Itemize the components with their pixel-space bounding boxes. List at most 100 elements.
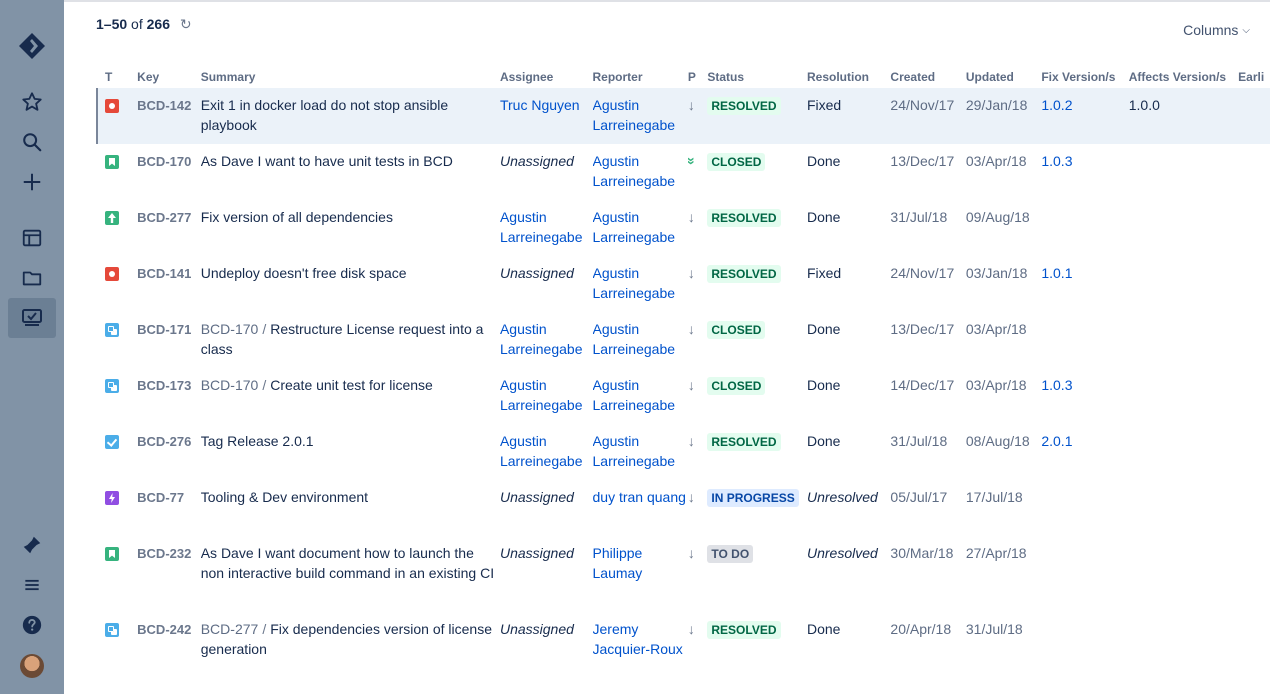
fix-version-link[interactable]: 1.0.2	[1041, 97, 1072, 113]
table-row[interactable]: BCD-142 Exit 1 in docker load do not stop…	[96, 88, 1270, 144]
assignee-link[interactable]: Agustin Larreinegabe	[500, 209, 583, 245]
search-icon[interactable]	[16, 126, 48, 158]
status-badge: CLOSED	[707, 153, 766, 171]
reporter-link[interactable]: Jeremy Jacquier-Roux	[593, 621, 683, 657]
header-affects-versions[interactable]: Affects Version/s	[1129, 68, 1238, 88]
summary-cell: As Dave I want to have unit tests in BCD	[201, 144, 500, 200]
priority-low-icon: ↓	[687, 321, 695, 337]
issues-icon[interactable]	[8, 298, 56, 338]
header-assignee[interactable]: Assignee	[500, 68, 593, 88]
assignee-link[interactable]: Agustin Larreinegabe	[500, 321, 583, 357]
star-icon[interactable]	[16, 86, 48, 118]
story-type-icon	[105, 547, 119, 561]
columns-button[interactable]: Columns ⌵	[1183, 22, 1250, 38]
reporter-link[interactable]: Agustin Larreinegabe	[593, 377, 676, 413]
help-icon[interactable]	[16, 609, 48, 641]
table-row[interactable]: BCD-173 BCD-170/Create unit test for lice…	[96, 368, 1270, 424]
reporter-link[interactable]: duy tran quang	[593, 489, 686, 505]
parent-key-link[interactable]: BCD-277	[201, 621, 259, 637]
breadcrumb-separator: /	[262, 621, 267, 637]
jira-logo-icon[interactable]	[16, 30, 48, 62]
table-row[interactable]: BCD-232 As Dave I want document how to la…	[96, 536, 1270, 612]
menu-icon[interactable]	[16, 569, 48, 601]
issue-summary-link[interactable]: Tag Release 2.0.1	[201, 433, 314, 449]
fix-version-cell: 1.0.2	[1041, 88, 1129, 144]
issue-key-link[interactable]: BCD-232	[137, 546, 191, 561]
resolution-cell: Unresolved	[806, 545, 878, 561]
avatar[interactable]	[20, 654, 44, 678]
header-status[interactable]: Status	[707, 68, 807, 88]
issue-key-link[interactable]: BCD-276	[137, 434, 191, 449]
fix-version-link[interactable]: 1.0.3	[1041, 153, 1072, 169]
status-badge: RESOLVED	[707, 97, 781, 115]
subtask-type-icon	[105, 623, 119, 637]
issue-summary-link[interactable]: Create unit test for license	[270, 377, 433, 393]
status-badge: CLOSED	[707, 377, 766, 395]
notifications-icon[interactable]	[16, 529, 48, 561]
issue-key-link[interactable]: BCD-77	[137, 490, 184, 505]
reporter-link[interactable]: Agustin Larreinegabe	[593, 321, 676, 357]
header-type[interactable]: T	[96, 68, 137, 88]
header-updated[interactable]: Updated	[966, 68, 1041, 88]
earliest-cell	[1238, 312, 1270, 368]
refresh-icon[interactable]: ↻	[180, 16, 192, 32]
table-row[interactable]: BCD-141 Undeploy doesn't free disk space U…	[96, 256, 1270, 312]
reporter-link[interactable]: Agustin Larreinegabe	[593, 153, 676, 189]
chevron-down-icon: ⌵	[1242, 25, 1250, 36]
fix-version-link[interactable]: 1.0.3	[1041, 377, 1072, 393]
reporter-link[interactable]: Agustin Larreinegabe	[593, 433, 676, 469]
issue-summary-link[interactable]: As Dave I want document how to launch th…	[201, 545, 494, 581]
header-fix-versions[interactable]: Fix Version/s	[1041, 68, 1128, 88]
table-row[interactable]: BCD-170 As Dave I want to have unit tests…	[96, 144, 1270, 200]
table-row[interactable]: BCD-171 BCD-170/Restructure License reque…	[96, 312, 1270, 368]
issue-summary-link[interactable]: Fix version of all dependencies	[201, 209, 393, 225]
priority-cell: ↓	[688, 536, 707, 612]
parent-key-link[interactable]: BCD-170	[201, 321, 259, 337]
issue-key-link[interactable]: BCD-142	[137, 98, 191, 113]
issue-summary-link[interactable]: Exit 1 in docker load do not stop ansibl…	[201, 97, 449, 133]
priority-cell: ↓	[688, 424, 707, 480]
table-row[interactable]: BCD-242 BCD-277/Fix dependencies version …	[96, 612, 1270, 668]
table-row[interactable]: BCD-77 Tooling & Dev environment Unassigne…	[96, 480, 1270, 536]
table-row[interactable]: BCD-276 Tag Release 2.0.1 Agustin Larreine…	[96, 424, 1270, 480]
affects-version-cell	[1129, 480, 1238, 536]
header-summary[interactable]: Summary	[201, 68, 500, 88]
breadcrumb-separator: /	[262, 377, 267, 393]
issue-summary-link[interactable]: As Dave I want to have unit tests in BCD	[201, 153, 453, 169]
header-created[interactable]: Created	[890, 68, 965, 88]
issue-key-link[interactable]: BCD-141	[137, 266, 191, 281]
status-cell: RESOLVED	[707, 200, 807, 256]
reporter-link[interactable]: Philippe Laumay	[593, 545, 643, 581]
header-earliest[interactable]: Earli	[1238, 68, 1270, 88]
header-resolution[interactable]: Resolution	[807, 68, 890, 88]
key-cell: BCD-170	[137, 144, 201, 200]
issue-key-link[interactable]: BCD-277	[137, 210, 191, 225]
assignee-link[interactable]: Agustin Larreinegabe	[500, 433, 583, 469]
header-priority[interactable]: P	[688, 68, 707, 88]
fix-version-link[interactable]: 2.0.1	[1041, 433, 1072, 449]
create-plus-icon[interactable]	[16, 166, 48, 198]
folder-icon[interactable]	[16, 262, 48, 294]
parent-key-link[interactable]: BCD-170	[201, 377, 259, 393]
assignee-link[interactable]: Agustin Larreinegabe	[500, 377, 583, 413]
issue-key-link[interactable]: BCD-171	[137, 322, 191, 337]
created-cell: 30/Mar/18	[890, 545, 954, 561]
issue-key-link[interactable]: BCD-173	[137, 378, 191, 393]
issue-key-link[interactable]: BCD-170	[137, 154, 191, 169]
issue-key-link[interactable]: BCD-242	[137, 622, 191, 637]
reporter-link[interactable]: Agustin Larreinegabe	[593, 209, 676, 245]
affects-version-cell	[1129, 200, 1238, 256]
created-cell: 13/Dec/17	[890, 321, 955, 337]
reporter-link[interactable]: Agustin Larreinegabe	[593, 265, 676, 301]
fix-version-link[interactable]: 1.0.1	[1041, 265, 1072, 281]
issue-summary-link[interactable]: Tooling & Dev environment	[201, 489, 368, 505]
reporter-link[interactable]: Agustin Larreinegabe	[593, 97, 676, 133]
assignee-link[interactable]: Truc Nguyen	[500, 97, 580, 113]
table-row[interactable]: BCD-277 Fix version of all dependencies Ag…	[96, 200, 1270, 256]
header-key[interactable]: Key	[137, 68, 201, 88]
board-icon[interactable]	[16, 222, 48, 254]
header-reporter[interactable]: Reporter	[593, 68, 688, 88]
resolution-cell: Done	[806, 433, 841, 449]
issue-summary-link[interactable]: Undeploy doesn't free disk space	[201, 265, 407, 281]
resolution-cell: Unresolved	[806, 489, 878, 505]
